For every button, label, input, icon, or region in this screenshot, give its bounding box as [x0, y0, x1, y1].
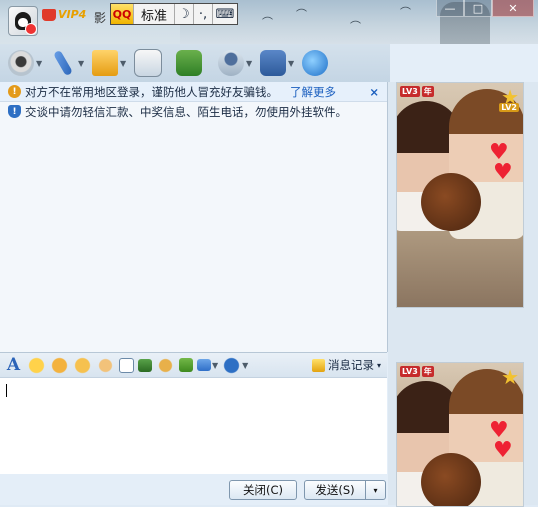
contact-name: 影: [94, 11, 107, 25]
voice-call-button[interactable]: ▼: [50, 47, 92, 79]
bird-icon: ⌒: [296, 8, 307, 21]
sms-icon: [134, 49, 162, 77]
tip-text: 交谈中请勿轻信汇款、中奖信息、陌生电话，勿使用外挂软件。: [25, 104, 347, 119]
add-card-icon: [176, 50, 202, 76]
photo-dog: [421, 453, 481, 506]
security-tip: ! 交谈中请勿轻信汇款、中奖信息、陌生电话，勿使用外挂软件。: [0, 102, 387, 121]
gift-icon[interactable]: [179, 358, 193, 372]
nudge-icon[interactable]: [96, 355, 115, 375]
lv2-badge: LV2: [499, 103, 519, 112]
crown-icon: [42, 8, 56, 21]
shopping-icon[interactable]: [222, 355, 242, 375]
year-label: 年: [421, 366, 434, 377]
chat-history[interactable]: ! 对方不在常用地区登录，谨防他人冒充好友骗钱。 了解更多 × ! 交谈中请勿轻…: [0, 82, 388, 352]
warning-icon: !: [8, 85, 21, 98]
year-label: 年: [421, 86, 434, 97]
heart-icon: ♥: [493, 438, 513, 463]
text-cursor: [6, 384, 7, 397]
message-history-button[interactable]: 消息记录 ▾: [311, 357, 381, 373]
bird-icon: ⌒: [350, 20, 361, 33]
send-button[interactable]: 发送(S): [304, 480, 366, 500]
ime-halfwidth-button[interactable]: ☽: [175, 4, 194, 24]
message-history-label: 消息记录: [327, 358, 374, 372]
vip-label: VIP4: [58, 8, 87, 21]
notice-text: 对方不在常用地区登录，谨防他人冒充好友骗钱。: [25, 84, 278, 99]
close-notice-icon[interactable]: ×: [369, 85, 379, 99]
create-group-button[interactable]: [176, 47, 218, 79]
magic-emoticon-icon[interactable]: [50, 355, 69, 375]
ime-punctuation-button[interactable]: ·,: [194, 4, 213, 24]
level-label: LV3: [400, 366, 420, 377]
status-blocked-icon: [25, 23, 37, 35]
settings-icon: [260, 50, 286, 76]
bird-icon: ⌒: [400, 6, 411, 19]
close-window-button[interactable]: ✕: [492, 0, 534, 17]
browser-button[interactable]: [302, 47, 344, 79]
ime-logo-icon[interactable]: QQ: [111, 4, 134, 24]
chevron-down-icon[interactable]: ▼: [78, 59, 84, 68]
level-badge: LV3 年: [400, 86, 434, 97]
globe-icon: [302, 50, 328, 76]
window-controls: — □ ✕: [436, 0, 534, 17]
message-input[interactable]: [0, 378, 387, 474]
star-icon: ★: [501, 365, 519, 389]
action-bar: 关闭(C) 发送(S) ▾: [0, 474, 390, 505]
chevron-down-icon[interactable]: ▼: [36, 59, 42, 68]
heart-icon: ♥: [493, 160, 513, 185]
ime-keyboard-icon[interactable]: ⌨: [213, 4, 237, 24]
maximize-button[interactable]: □: [464, 0, 492, 17]
chevron-down-icon[interactable]: ▼: [242, 361, 248, 370]
video-call-button[interactable]: ▼: [8, 47, 50, 79]
chevron-down-icon[interactable]: ▼: [212, 361, 218, 370]
level-label: LV3: [400, 86, 420, 97]
app-settings-button[interactable]: ▼: [260, 47, 302, 79]
chevron-down-icon: ▾: [376, 360, 381, 370]
avatar-panel: LV3 年 ★ LV2 ♥ ♥ LV3 年 ★ ♥ ♥: [388, 82, 538, 507]
send-file-button[interactable]: ▼: [92, 47, 134, 79]
send-options-button[interactable]: ▾: [365, 480, 386, 500]
font-icon[interactable]: A: [4, 355, 23, 375]
screenshot-icon[interactable]: [197, 359, 211, 371]
chevron-down-icon[interactable]: ▼: [120, 59, 126, 68]
contact-show-photo[interactable]: LV3 年 ★ LV2 ♥ ♥: [396, 82, 524, 308]
bird-icon: ⌒: [262, 16, 273, 29]
security-notice: ! 对方不在常用地区登录，谨防他人冒充好友骗钱。 了解更多 ×: [0, 82, 387, 102]
chevron-down-icon[interactable]: ▼: [288, 59, 294, 68]
user-icon: [218, 50, 244, 76]
my-show-photo[interactable]: LV3 年 ★ ♥ ♥: [396, 362, 524, 507]
scribble-icon[interactable]: [119, 357, 134, 373]
ime-toolbar[interactable]: QQ 标准 ☽ ·, ⌨: [110, 3, 238, 25]
learn-more-link[interactable]: 了解更多: [290, 84, 336, 100]
contact-info-button[interactable]: ▼: [218, 47, 260, 79]
chat-window: ⌒ ⌒ ⌒ ⌒ VIP4 影 QQ 标准 ☽ ·, ⌨ — □ ✕ ▼ ▼ ▼ …: [0, 0, 538, 507]
send-sms-button[interactable]: [134, 47, 176, 79]
folder-icon: [92, 50, 118, 76]
ime-mode-button[interactable]: 标准: [134, 4, 175, 24]
vip-badge[interactable]: VIP4: [42, 8, 86, 21]
main-toolbar: ▼ ▼ ▼ ▼ ▼: [0, 44, 390, 82]
chevron-down-icon[interactable]: ▼: [246, 59, 252, 68]
photo-dog: [421, 173, 481, 231]
title-bar[interactable]: ⌒ ⌒ ⌒ ⌒ VIP4 影 QQ 标准 ☽ ·, ⌨ — □ ✕: [0, 0, 538, 44]
image-icon[interactable]: [138, 358, 152, 372]
close-button[interactable]: 关闭(C): [229, 480, 297, 500]
music-icon[interactable]: [156, 355, 175, 375]
format-toolbar: A ▼ ▼ 消息记录 ▾: [0, 352, 387, 378]
history-icon: [311, 358, 325, 372]
emoticon-icon[interactable]: [27, 355, 46, 375]
gif-icon[interactable]: [73, 355, 92, 375]
minimize-button[interactable]: —: [436, 0, 464, 17]
webcam-icon: [8, 50, 34, 76]
shield-icon: !: [8, 105, 21, 118]
level-badge: LV3 年: [400, 366, 434, 377]
microphone-icon: [53, 49, 73, 77]
contact-avatar[interactable]: [8, 6, 38, 36]
